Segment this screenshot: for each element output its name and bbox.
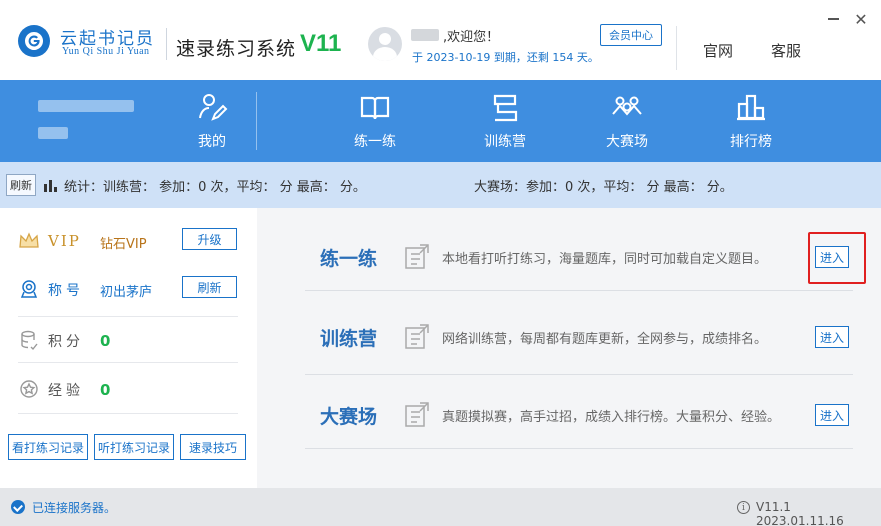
points-value: 0	[100, 332, 111, 350]
nav-label: 练一练	[354, 134, 396, 150]
mode-practice: 练一练 本地看打听打练习，海量题库，同时可加载自定义题目。 进入	[305, 218, 853, 296]
logo-icon	[18, 25, 50, 57]
exp-value: 0	[100, 381, 111, 399]
customer-service-link[interactable]: 客服	[771, 40, 801, 61]
vip-label: VIP	[48, 232, 81, 250]
typing-record-button[interactable]: 看打练习记录	[8, 434, 88, 460]
mode-description: 真题摸拟赛，高手过招，成绩入排行榜。大量积分、经验。	[442, 410, 781, 425]
medal-icon	[20, 280, 38, 298]
member-center-button[interactable]: 会员中心	[600, 24, 662, 46]
crown-icon	[19, 232, 39, 248]
contest-stats: 大赛场：参加：0 次，平均： 分 最高： 分。	[474, 180, 733, 195]
divider	[18, 413, 238, 414]
enter-contest-button[interactable]: 进入	[815, 404, 849, 426]
nav-item-ranking[interactable]: 排行榜	[726, 92, 776, 154]
refresh-title-button[interactable]: 刷新	[182, 276, 237, 298]
vip-row: VIP 钻石VIP 升级	[18, 220, 238, 260]
mode-title: 练一练	[320, 248, 378, 270]
nav-item-mine[interactable]: 我的	[190, 92, 234, 154]
bar-chart-icon	[44, 180, 57, 192]
user-edit-icon	[199, 94, 228, 121]
nav-label: 大赛场	[606, 134, 648, 150]
mode-contest: 大赛场 真题摸拟赛，高手过招，成绩入排行榜。大量积分、经验。 进入	[305, 376, 853, 454]
connection-status: 已连接服务器。	[32, 501, 117, 515]
star-badge-icon	[20, 380, 38, 398]
version-badge: V11	[300, 30, 342, 57]
nav-label: 排行榜	[730, 134, 772, 150]
title-label: 称号	[48, 283, 84, 299]
tent-icon	[493, 94, 518, 122]
system-title: 速录练习系统	[176, 38, 297, 60]
welcome-text: ,欢迎您！	[443, 30, 500, 45]
title-row: 称号 初出茅庐 刷新	[18, 268, 238, 308]
divider	[305, 448, 853, 449]
account-redacted	[38, 100, 134, 112]
nav-item-contest[interactable]: 大赛场	[602, 92, 652, 154]
book-icon	[360, 96, 390, 120]
document-edit-icon	[405, 324, 429, 349]
nav-label: 我的	[198, 134, 226, 150]
nav-item-training[interactable]: 训练营	[480, 92, 530, 154]
divider	[676, 26, 677, 70]
mode-description: 网络训练营，每周都有题库更新，全网参与，成绩排名。	[442, 332, 768, 347]
minimize-icon[interactable]	[826, 12, 840, 26]
mode-title: 大赛场	[320, 406, 378, 428]
brand-name-pinyin: Yun Qi Shu Ji Yuan	[62, 46, 150, 57]
vip-level: 钻石VIP	[100, 237, 147, 252]
header: 云起书记员 Yun Qi Shu Ji Yuan 速录练习系统 V11 ,欢迎您…	[0, 0, 881, 80]
membership-expiry: 于 2023-10-19 到期，还剩 154 天。	[412, 51, 599, 64]
database-icon	[21, 330, 38, 351]
divider	[305, 290, 853, 291]
divider	[256, 92, 257, 150]
stats-refresh-button[interactable]: 刷新	[6, 174, 36, 196]
exp-row: 经验 0	[18, 368, 238, 408]
avatar[interactable]	[368, 27, 402, 61]
divider	[305, 374, 853, 375]
username-redacted	[411, 29, 439, 41]
points-row: 积分 0	[18, 319, 238, 359]
document-edit-icon	[405, 244, 429, 269]
divider	[18, 316, 238, 317]
account-redacted	[38, 127, 68, 139]
divider	[166, 28, 167, 60]
document-edit-icon	[405, 402, 429, 427]
highlight-box	[808, 232, 866, 284]
nav-label: 训练营	[484, 134, 526, 150]
profile-panel: VIP 钻石VIP 升级 称号 初出茅庐 刷新 积分 0 经验 0 看打练习记录…	[0, 208, 257, 488]
enter-training-button[interactable]: 进入	[815, 326, 849, 348]
people-icon	[612, 96, 642, 116]
status-bar: 已连接服务器。 i V11.1 2023.01.11.16	[0, 488, 881, 526]
version-text: V11.1 2023.01.11.16	[756, 500, 844, 526]
mode-title: 训练营	[320, 328, 378, 350]
check-circle-icon	[11, 500, 25, 514]
upgrade-button[interactable]: 升级	[182, 228, 237, 250]
nav-item-practice[interactable]: 练一练	[350, 92, 400, 154]
close-icon[interactable]: ✕	[853, 12, 869, 28]
listening-record-button[interactable]: 听打练习记录	[94, 434, 174, 460]
divider	[18, 362, 238, 363]
official-site-link[interactable]: 官网	[703, 40, 733, 61]
exp-label: 经验	[48, 383, 84, 399]
points-label: 积分	[48, 334, 84, 350]
ranking-icon	[737, 94, 765, 121]
main-nav: 我的 练一练 训练营 大赛场 排行榜	[0, 80, 881, 162]
shorthand-tips-button[interactable]: 速录技巧	[180, 434, 246, 460]
info-icon[interactable]: i	[737, 501, 750, 514]
mode-training: 训练营 网络训练营，每周都有题库更新，全网参与，成绩排名。 进入	[305, 298, 853, 376]
title-value: 初出茅庐	[100, 285, 153, 300]
stats-bar: 刷新 统计：训练营： 参加：0 次，平均： 分 最高： 分。 大赛场：参加：0 …	[0, 162, 881, 208]
modes-panel: 练一练 本地看打听打练习，海量题库，同时可加载自定义题目。 进入 训练营 网络训…	[257, 208, 881, 488]
training-stats: 统计：训练营： 参加：0 次，平均： 分 最高： 分。	[64, 180, 366, 195]
mode-description: 本地看打听打练习，海量题库，同时可加载自定义题目。	[442, 252, 768, 267]
